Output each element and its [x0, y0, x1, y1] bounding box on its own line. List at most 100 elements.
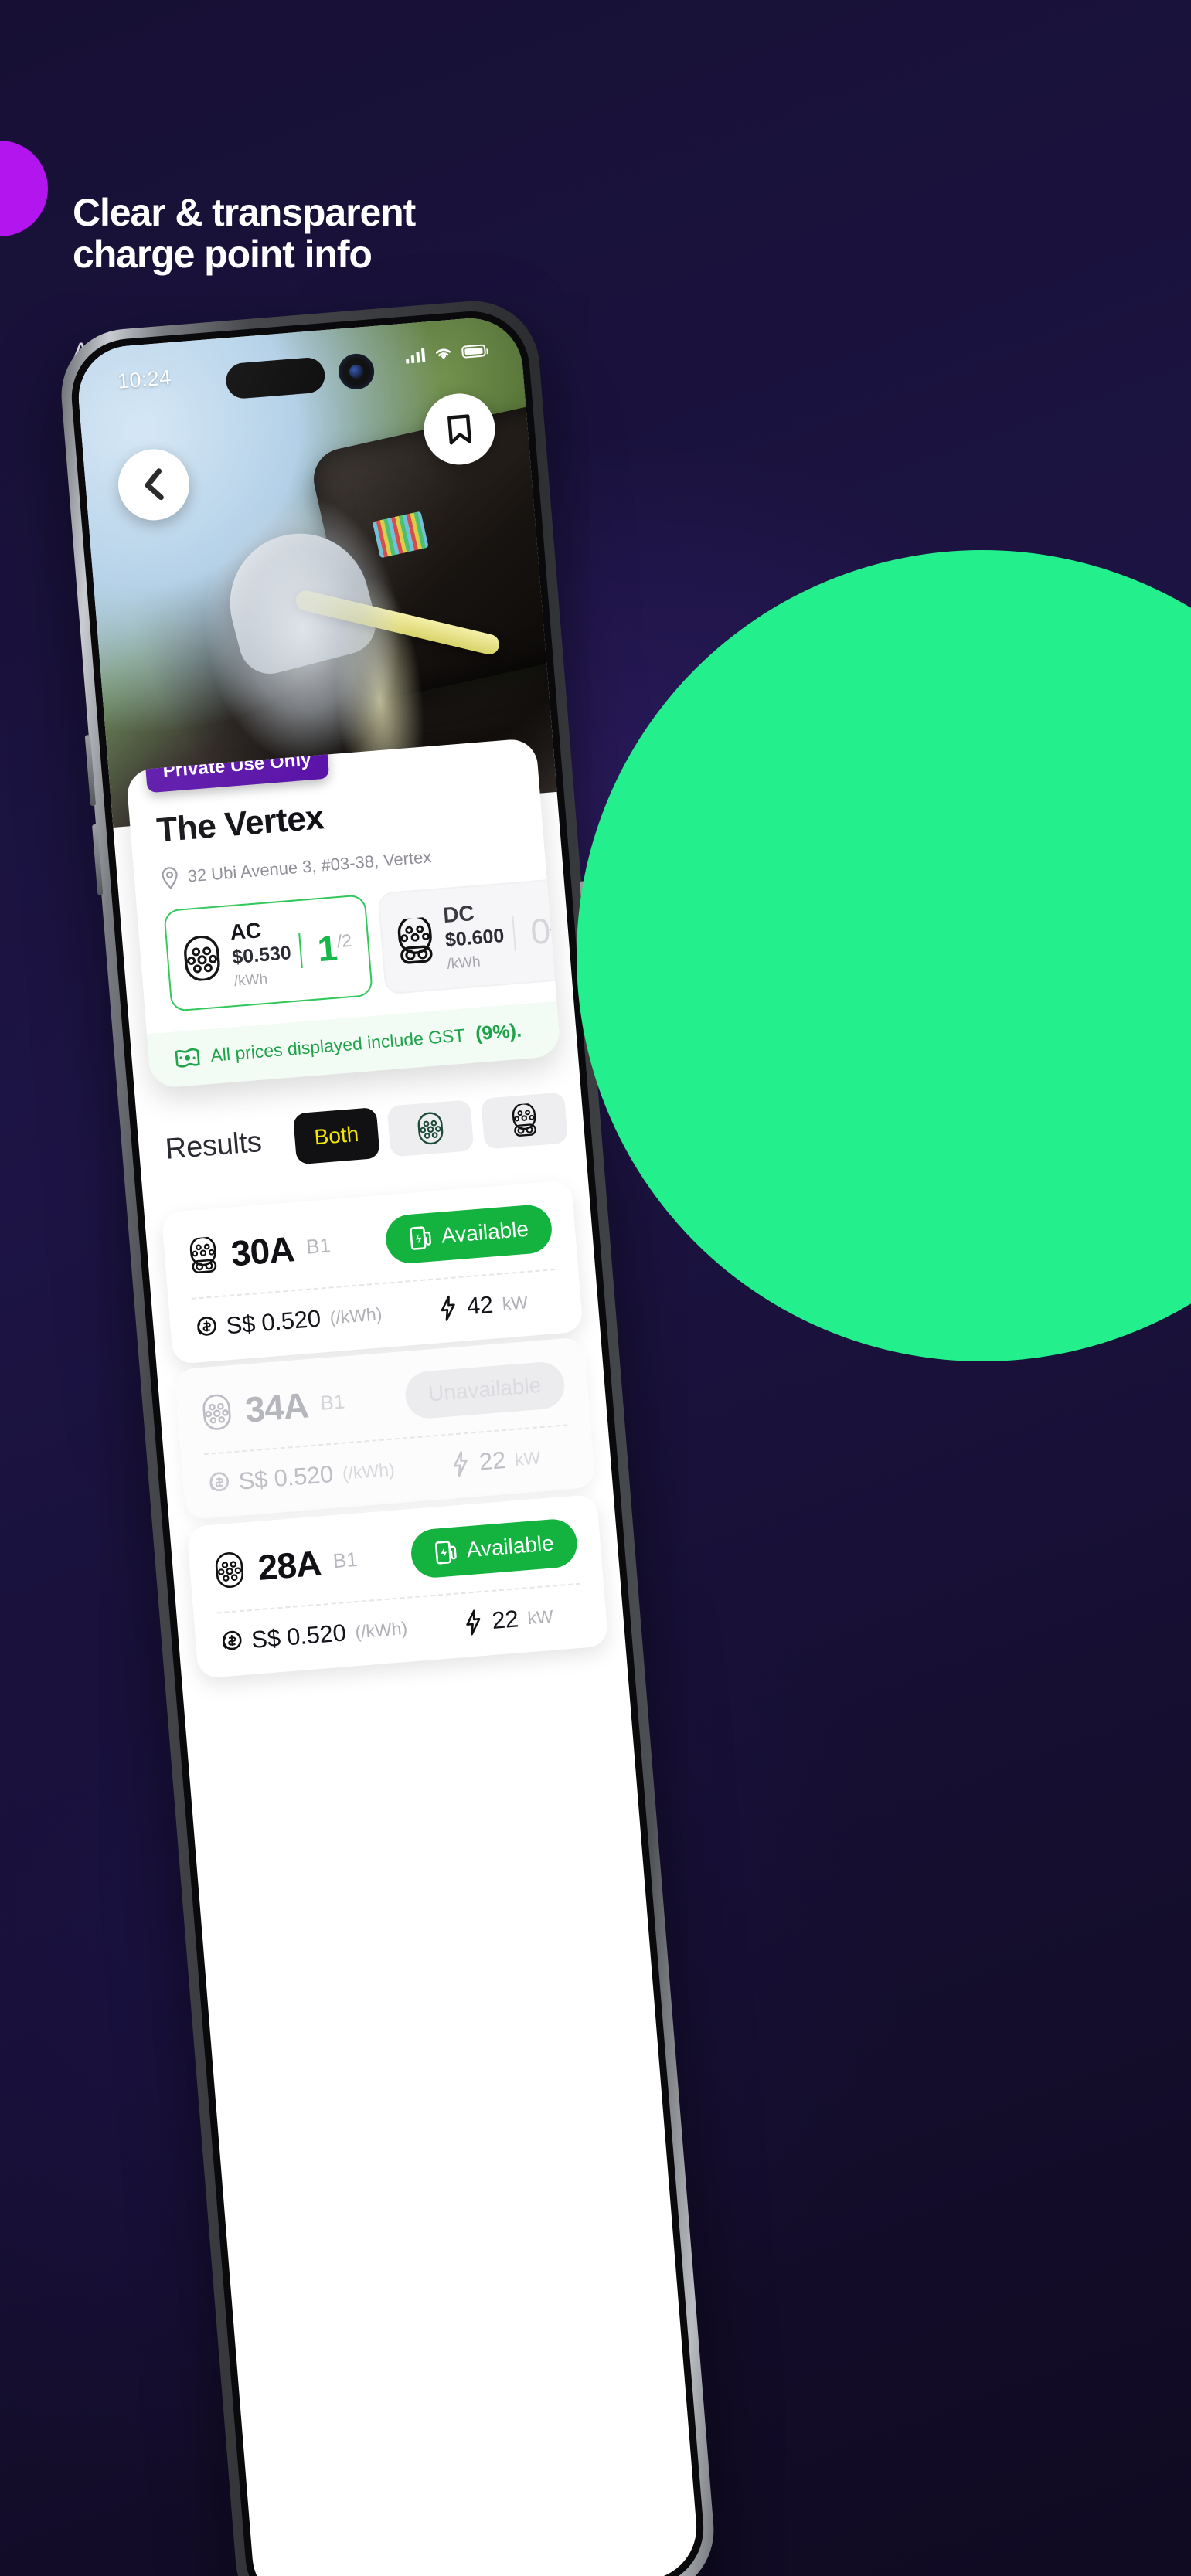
results-title: Results: [164, 1125, 263, 1166]
results-header: Results Both: [154, 1092, 569, 1175]
charger-power: 22 kW: [463, 1602, 554, 1637]
venue-name: The Vertex: [155, 798, 325, 850]
battery-icon: [461, 343, 487, 359]
island-pill: [224, 356, 327, 400]
dc-plug-icon: [186, 1235, 220, 1275]
money-note-icon: [175, 1047, 201, 1069]
charger-power-unit: kW: [501, 1291, 529, 1314]
coin-dollar-icon: [218, 1629, 243, 1655]
charger-price-unit: (/kWh): [354, 1617, 408, 1642]
charger-power-value: 22: [491, 1605, 519, 1634]
coin-dollar-icon: [206, 1470, 230, 1497]
gst-text: All prices displayed include GST: [209, 1025, 466, 1065]
status-badge[interactable]: Available: [409, 1517, 580, 1580]
headline-line-2: charge point info: [73, 233, 373, 276]
status-badge: Unavailable: [403, 1360, 567, 1420]
status-bar: 10:24: [75, 314, 525, 421]
charger-price-currency: S$: [237, 1465, 269, 1495]
connector-dc-count: 0 /2: [512, 910, 561, 953]
ac-plug-icon: [414, 1111, 446, 1146]
connector-dc-type: DC: [442, 900, 475, 928]
status-label: Available: [465, 1531, 555, 1562]
headline-line-1: Clear & transparent: [73, 191, 416, 234]
location-pin-icon: [160, 865, 180, 890]
photo-chip-detail: [372, 511, 429, 559]
ac-plug-icon: [199, 1393, 235, 1431]
connector-dc-price-unit: /kWh: [446, 953, 482, 973]
status-icons: [405, 342, 487, 364]
connector-ac-price-value: $0.530: [231, 942, 292, 969]
page-headline: Clear & transparent charge point info: [73, 192, 768, 275]
charge-station-icon: [408, 1224, 434, 1252]
dc-plug-icon: [394, 916, 438, 966]
charger-price-value: S$ 0.520: [225, 1305, 322, 1341]
connector-dc-price: $0.600 /kWh: [444, 925, 507, 974]
bolt-icon: [438, 1294, 459, 1322]
status-label: Available: [440, 1216, 530, 1248]
status-label: Unavailable: [427, 1373, 543, 1406]
connector-ac-price-unit: /kWh: [233, 970, 268, 991]
connector-ac[interactable]: AC $0.530 /kWh 1 /2: [163, 894, 374, 1012]
venue-address: 32 Ubi Avenue 3, #03-38, Vertex: [186, 847, 433, 886]
charger-power-value: 42: [465, 1290, 495, 1320]
ac-plug-icon: [212, 1551, 247, 1589]
filter-dc-button[interactable]: [481, 1092, 569, 1150]
venue-address-row: 32 Ubi Avenue 3, #03-38, Vertex: [160, 838, 519, 890]
connector-ac-price: $0.530 /kWh: [231, 942, 294, 991]
photo-plug: [214, 518, 383, 681]
connector-dc-total: /2: [549, 912, 561, 935]
ac-plug-icon: [179, 934, 224, 982]
filter-ac-button[interactable]: [386, 1099, 475, 1157]
charger-power-value: 22: [478, 1446, 507, 1476]
signal-bars-icon: [405, 348, 426, 364]
charger-power: 22 kW: [451, 1443, 542, 1478]
connector-filter-group: Both: [292, 1092, 569, 1165]
connector-summary: AC $0.530 /kWh 1 /2 DC $0.600 /kWh 0 /2: [163, 876, 561, 1012]
charger-price: S$ 0.520 (/kWh): [218, 1614, 408, 1657]
coin-dollar-icon: [192, 1314, 217, 1341]
gst-notice: All prices displayed include GST (9%).: [146, 1001, 561, 1089]
charger-level: B1: [319, 1389, 346, 1415]
dc-plug-icon: [509, 1103, 539, 1139]
bolt-icon: [451, 1450, 471, 1478]
charger-price: S$ 0.520 (/kWh): [192, 1300, 383, 1342]
charger-level: B1: [332, 1547, 359, 1573]
table-row[interactable]: 28A B1 Available S$ 0.520 (/kWh) 22 kW: [186, 1494, 609, 1679]
connector-ac-count: 1 /2: [298, 927, 358, 970]
table-row[interactable]: 30A B1 Available S$ 0.520 (/kWh) 42 kW: [161, 1179, 584, 1365]
charger-price-number: 0.520: [273, 1460, 335, 1492]
filter-both-button[interactable]: Both: [292, 1106, 380, 1165]
venue-info-card: Private Use Only The Vertex 32 Ubi Avenu…: [125, 737, 561, 1089]
filter-both-label: Both: [313, 1121, 360, 1150]
charger-level: B1: [305, 1233, 332, 1259]
table-row[interactable]: 34A B1 Unavailable S$ 0.520 (/kWh) 22 kW: [173, 1337, 596, 1521]
charger-price-number: 0.520: [285, 1619, 347, 1651]
front-camera-icon: [337, 352, 376, 391]
status-badge[interactable]: Available: [383, 1203, 554, 1266]
gst-value: (9%).: [475, 1019, 522, 1045]
back-button[interactable]: [115, 446, 192, 523]
charger-price-unit: (/kWh): [328, 1303, 383, 1328]
charger-price-number: 0.520: [260, 1304, 322, 1337]
charger-amp: 34A: [243, 1384, 310, 1430]
connector-dc[interactable]: DC $0.600 /kWh 0 /2: [377, 876, 561, 995]
charger-price-value: S$ 0.520: [250, 1619, 347, 1654]
charger-price-currency: S$: [225, 1310, 257, 1340]
photo-charging-port: [308, 400, 557, 705]
bolt-icon: [463, 1609, 484, 1636]
connector-dc-available: 0: [529, 910, 553, 953]
connector-ac-type: AC: [229, 918, 262, 945]
connector-ac-available: 1: [315, 927, 339, 970]
charger-amp: 28A: [256, 1542, 323, 1588]
wifi-icon: [433, 345, 454, 362]
charger-power: 42 kW: [438, 1288, 529, 1323]
charger-price: S$ 0.520 (/kWh): [206, 1456, 396, 1498]
bookmark-button[interactable]: [420, 390, 499, 467]
charger-power-unit: kW: [526, 1606, 554, 1628]
photo-cable: [294, 588, 502, 657]
charge-station-icon: [434, 1538, 459, 1565]
bookmark-icon: [445, 412, 474, 447]
charger-amp: 30A: [230, 1228, 296, 1273]
status-time: 10:24: [116, 365, 172, 393]
connector-dc-price-value: $0.600: [444, 924, 505, 952]
